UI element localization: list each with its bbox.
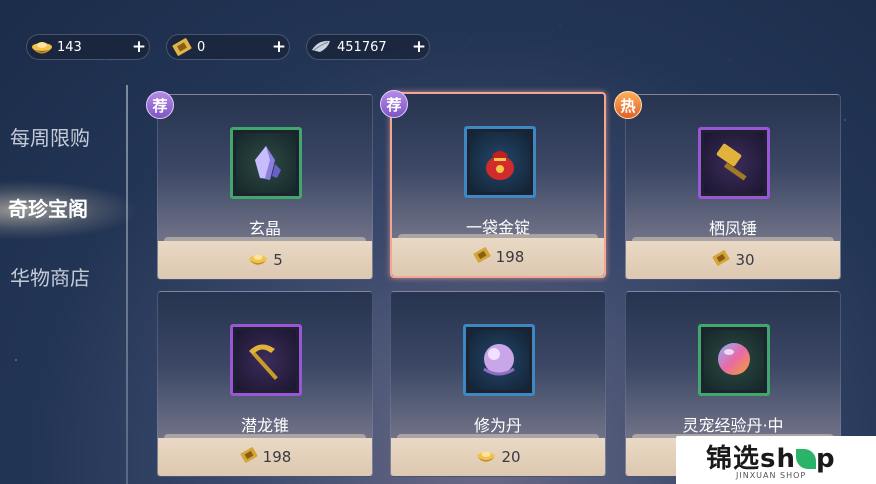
sidebar-item-goods-store[interactable]: 华物商店 [10,262,90,291]
shop-item-card-phoenix-hammer[interactable]: 热 栖凤锤 30 [614,91,841,280]
hammer-icon [704,133,764,193]
item-name: 玄晶 [248,219,281,238]
item-name: 灵宠经验丹·中 [682,416,784,435]
hot-badge: 热 [614,91,642,119]
shop-item-card-gold-bag[interactable]: 荐 一袋金锭 198 [380,90,606,278]
sidebar-divider [126,85,128,484]
watermark-logo: 锦选sh p JINXUAN SHOP [676,436,876,484]
add-silver-button[interactable]: + [409,37,429,57]
price-bar: 198 [158,434,372,476]
ticket-icon [169,37,195,57]
badge-label: 荐 [152,96,168,115]
sidebar-item-treasure-pavilion[interactable]: 奇珍宝阁 [8,193,88,222]
money-bag-icon [470,132,530,192]
sidebar-item-weekly-limited[interactable]: 每周限购 [10,122,90,151]
shop-item-card-cultivation-pill[interactable]: 修为丹 20 [390,291,606,477]
item-price: 30 [735,251,755,269]
item-price: 198 [495,248,525,266]
currency-gold-ingot: 143 + [26,34,150,60]
item-name: 潜龙锥 [240,416,289,435]
crystal-icon [236,133,296,193]
price-bar: 30 [626,237,840,279]
gold-ingot-icon [475,448,497,467]
price-bar: 5 [158,237,372,279]
item-slot [230,324,302,396]
gold-ingot-amount: 143 [57,39,82,55]
orb-icon [469,330,529,390]
recommend-badge: 荐 [146,91,174,119]
price-bar: 20 [391,434,605,476]
leaf-icon [796,449,816,469]
item-name: 栖凤锤 [708,219,757,238]
ticket-amount: 0 [197,39,206,55]
shop-item-card-dragon-awl[interactable]: 潜龙锥 198 [157,291,373,477]
ticket-icon [472,247,492,267]
item-slot [230,127,302,199]
item-price: 20 [501,448,521,466]
gold-ingot-icon [247,251,269,270]
pearl-icon [704,330,764,390]
ticket-icon [239,447,259,467]
price-bar: 198 [392,234,604,276]
silver-amount: 451767 [337,39,387,55]
badge-label: 荐 [386,95,402,114]
ticket-icon [711,250,731,270]
badge-label: 热 [620,96,636,115]
item-slot [698,324,770,396]
add-ticket-button[interactable]: + [269,37,289,57]
item-slot [464,126,536,198]
recommend-badge: 荐 [380,90,408,118]
watermark-text: 锦选sh p [706,438,836,475]
watermark-text-a: 锦选sh [706,444,796,474]
pickaxe-icon [236,330,296,390]
shop-item-card-xuanjing[interactable]: 荐 玄晶 5 [146,91,373,280]
gold-ingot-icon [29,37,55,57]
item-slot [463,324,535,396]
currency-ticket: 0 + [166,34,290,60]
item-name: 修为丹 [473,416,522,435]
silver-feather-icon [309,37,335,57]
watermark-subtitle: JINXUAN SHOP [736,471,807,480]
watermark-text-b: p [816,444,836,474]
currency-silver: 451767 + [306,34,430,60]
item-price: 5 [273,251,283,269]
add-gold-ingot-button[interactable]: + [129,37,149,57]
item-price: 198 [262,448,292,466]
item-slot [698,127,770,199]
